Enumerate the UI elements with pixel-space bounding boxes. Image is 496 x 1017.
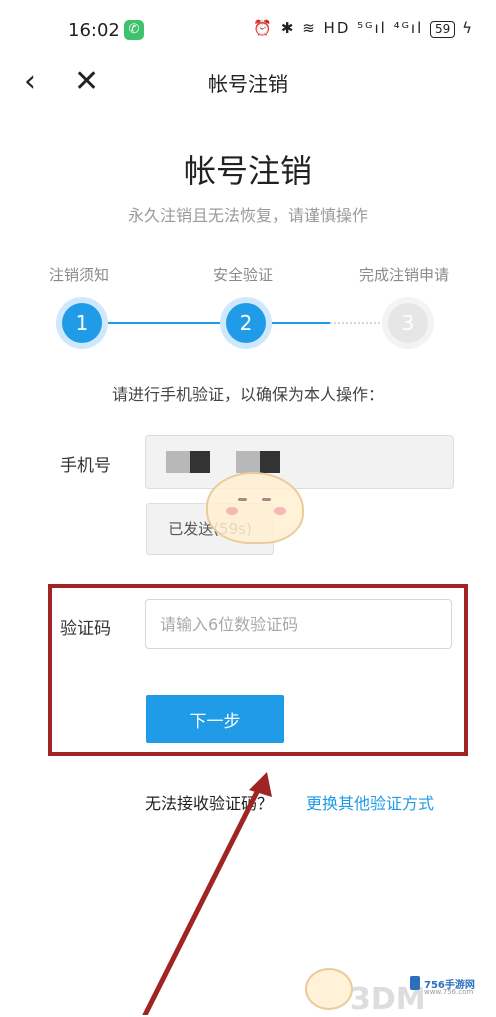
watermark-site-sub: www.756.com <box>424 988 474 996</box>
watermark-mascot-icon <box>305 968 353 1010</box>
annotation-arrow-icon <box>142 772 272 1015</box>
watermark-logo-icon <box>410 976 420 990</box>
